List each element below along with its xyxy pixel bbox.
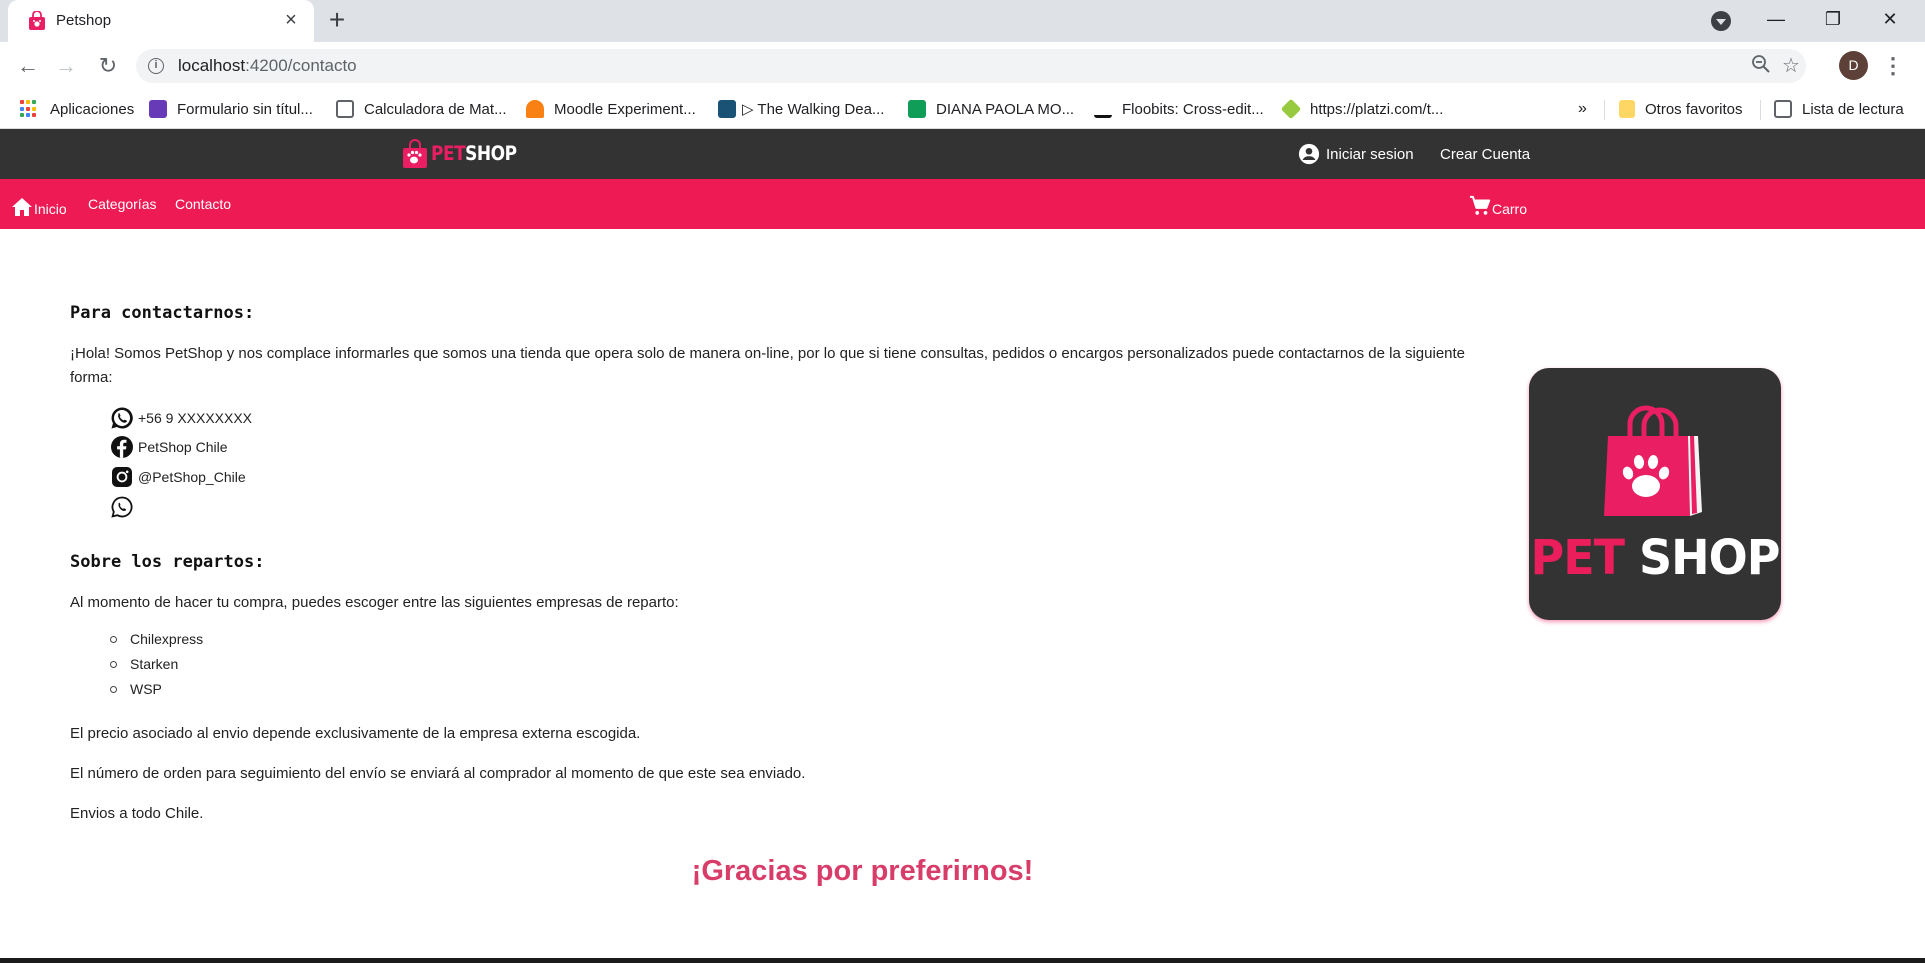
- reload-icon[interactable]: ↻: [92, 51, 124, 81]
- bookmark-star-icon[interactable]: ☆: [1779, 54, 1803, 78]
- close-window-button[interactable]: ✕: [1873, 4, 1907, 34]
- profile-avatar[interactable]: D: [1839, 51, 1868, 80]
- reading-list-button[interactable]: Lista de lectura: [1774, 98, 1904, 120]
- nav-home[interactable]: Inicio: [11, 191, 67, 217]
- apps-icon: [20, 100, 38, 118]
- shopping-bag-paw-icon: [1604, 405, 1702, 516]
- thanks-message: ¡Gracias por preferirnos!: [691, 855, 1034, 887]
- contact-heading: Para contactarnos:: [70, 303, 255, 323]
- zoom-icon[interactable]: [1749, 54, 1773, 78]
- bookmarks-separator: [1604, 100, 1605, 120]
- contact-whatsapp[interactable]: +56 9 XXXXXXXX: [110, 406, 252, 430]
- restore-button[interactable]: ❐: [1816, 4, 1850, 34]
- nav-contact[interactable]: Contacto: [175, 191, 231, 217]
- facebook-icon: [111, 436, 133, 458]
- contact-whatsapp-2[interactable]: [110, 495, 138, 519]
- petshop-brand-image: PET SHOP: [1529, 368, 1781, 620]
- bookmarks-overflow-button[interactable]: »: [1578, 98, 1587, 120]
- shopping-bag-logo-icon: [403, 139, 427, 168]
- site-logo[interactable]: PETSHOP: [400, 135, 517, 173]
- platzi-icon: [1280, 98, 1302, 120]
- main-navbar: Inicio Categorías Contacto Carro: [0, 179, 1925, 229]
- tab-search-icon[interactable]: [1711, 11, 1731, 31]
- tv-icon: [718, 100, 736, 118]
- calculator-icon: [336, 100, 354, 118]
- instagram-icon: [112, 467, 132, 487]
- logo-text: PETSHOP: [431, 142, 517, 166]
- bookmark-calculadora[interactable]: Calculadora de Mat...: [336, 98, 507, 120]
- bookmark-otros-favoritos[interactable]: Otros favoritos: [1619, 98, 1743, 120]
- login-link[interactable]: Iniciar sesion: [1298, 143, 1414, 165]
- delivery-coverage: Envios a todo Chile.: [70, 805, 204, 822]
- reading-list-icon: [1774, 100, 1792, 118]
- browser-tab[interactable]: Petshop ×: [8, 0, 314, 42]
- whatsapp-icon: [111, 496, 133, 518]
- bookmark-diana-paola[interactable]: DIANA PAOLA MO...: [908, 98, 1074, 120]
- folder-icon: [1619, 100, 1635, 118]
- bookmark-platzi[interactable]: https://platzi.com/t...: [1280, 98, 1443, 120]
- forward-arrow-icon[interactable]: →: [50, 51, 82, 81]
- home-icon: [12, 198, 32, 216]
- site-info-icon[interactable]: i: [148, 58, 164, 74]
- browser-tab-strip: Petshop × + — ❐ ✕: [0, 0, 1925, 42]
- contact-instagram[interactable]: @PetShop_Chile: [110, 465, 246, 489]
- moodle-icon: [526, 100, 544, 118]
- account-circle-icon: [1298, 143, 1320, 165]
- bookmark-floobits[interactable]: Floobits: Cross-edit...: [1094, 98, 1264, 120]
- contact-intro: ¡Hola! Somos PetShop y nos complace info…: [70, 345, 1466, 386]
- bookmark-moodle[interactable]: Moodle Experiment...: [526, 98, 696, 120]
- list-item: WSP: [110, 677, 203, 702]
- nav-categories[interactable]: Categorías: [88, 191, 156, 217]
- forms-icon: [149, 100, 167, 118]
- minimize-button[interactable]: —: [1759, 4, 1793, 34]
- bookmark-apps[interactable]: Aplicaciones: [20, 98, 134, 120]
- delivery-heading: Sobre los repartos:: [70, 552, 265, 572]
- bookmark-formulario[interactable]: Formulario sin títul...: [149, 98, 313, 120]
- shopping-cart-icon: [1469, 195, 1491, 215]
- floobits-icon: [1094, 100, 1112, 118]
- url-text[interactable]: localhost:4200/contacto: [178, 56, 357, 76]
- contact-facebook[interactable]: PetShop Chile: [110, 435, 228, 459]
- back-arrow-icon[interactable]: ←: [12, 51, 44, 81]
- nav-cart[interactable]: Carro: [1469, 191, 1527, 217]
- close-tab-icon[interactable]: ×: [280, 9, 302, 31]
- register-link[interactable]: Crear Cuenta: [1440, 143, 1530, 165]
- delivery-price-note: El precio asociado al envio depende excl…: [70, 725, 641, 742]
- list-item: Starken: [110, 652, 203, 677]
- bookmark-walking-dead[interactable]: ▷ The Walking Dea...: [718, 98, 884, 120]
- delivery-companies-list: Chilexpress Starken WSP: [110, 627, 203, 702]
- shopping-bag-icon: [29, 11, 45, 30]
- delivery-intro: Al momento de hacer tu compra, puedes es…: [70, 594, 679, 611]
- tab-title: Petshop: [56, 12, 112, 29]
- delivery-tracking-note: El número de orden para seguimiento del …: [70, 765, 806, 782]
- whatsapp-icon: [111, 407, 133, 429]
- sheets-icon: [908, 100, 926, 118]
- window-bottom-border: [0, 958, 1925, 963]
- browser-toolbar: ← → ↻ i localhost:4200/contacto ☆ D ⋮: [0, 42, 1925, 90]
- bookmarks-bar: Aplicaciones Formulario sin títul... Cal…: [0, 90, 1925, 129]
- new-tab-button[interactable]: +: [324, 6, 350, 34]
- brand-image-text: PET SHOP: [1530, 528, 1781, 586]
- bookmarks-separator: [1760, 100, 1761, 120]
- list-item: Chilexpress: [110, 627, 203, 652]
- browser-menu-icon[interactable]: ⋮: [1882, 51, 1904, 81]
- site-header: PETSHOP Iniciar sesion Crear Cuenta: [0, 129, 1925, 179]
- address-bar[interactable]: i localhost:4200/contacto ☆: [136, 49, 1806, 83]
